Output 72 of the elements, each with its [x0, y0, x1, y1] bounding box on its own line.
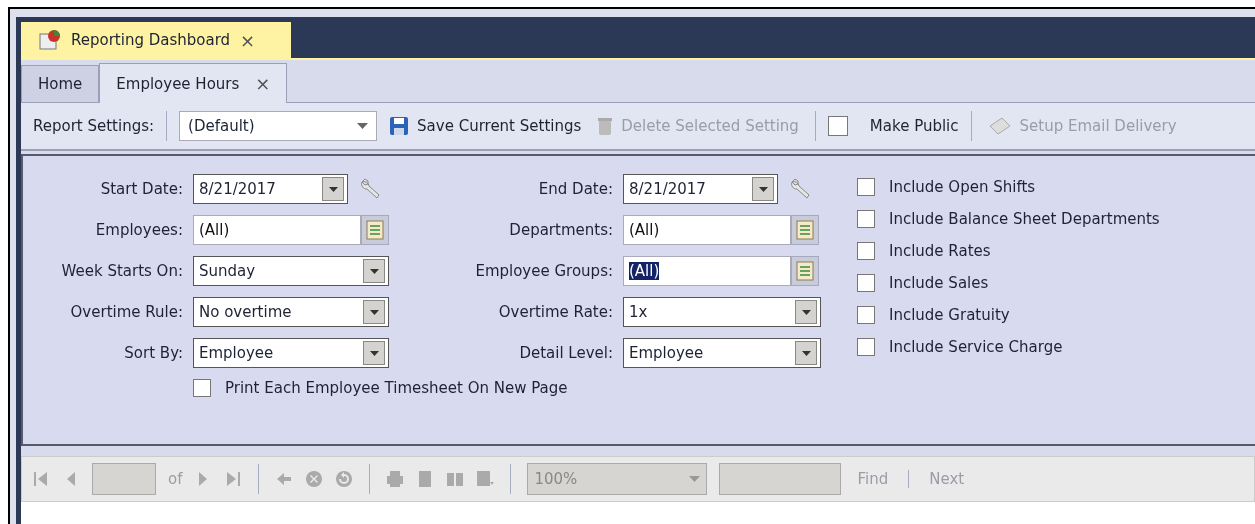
date-field[interactable]: 8/21/2017: [193, 174, 348, 204]
checkbox[interactable]: [857, 210, 875, 228]
checkbox-option[interactable]: Include Open Shifts: [857, 178, 1160, 196]
checkbox[interactable]: [193, 379, 211, 397]
text-field[interactable]: (All): [193, 215, 361, 245]
checkbox[interactable]: [827, 116, 848, 136]
close-icon[interactable]: ×: [255, 73, 271, 94]
refresh-icon[interactable]: [335, 470, 354, 488]
field-label: End Date:: [537, 180, 613, 198]
settings-label: Report Settings:: [33, 117, 155, 135]
tab[interactable]: Employee Hours ×: [99, 63, 288, 103]
dropdown-field[interactable]: Sunday: [193, 256, 389, 286]
wrench-icon[interactable]: [788, 177, 812, 201]
checkbox-option[interactable]: Include Gratuity: [857, 306, 1160, 324]
dropdown-field[interactable]: Employee: [623, 338, 821, 368]
checkbox[interactable]: [857, 338, 875, 356]
field-label: Detail Level:: [518, 344, 613, 362]
print-icon[interactable]: [386, 470, 405, 488]
dropdown-arrow-icon: [357, 123, 369, 129]
field-label: Week Starts On:: [60, 262, 183, 280]
list-picker-button[interactable]: [791, 256, 819, 286]
dropdown-arrow-icon: [689, 476, 701, 482]
checkbox[interactable]: [857, 306, 875, 324]
book-icon[interactable]: [446, 470, 465, 488]
field-label: Overtime Rule:: [69, 303, 183, 321]
text-field[interactable]: (All): [623, 256, 791, 286]
stop-icon[interactable]: [305, 470, 324, 488]
field-label: Employees:: [94, 221, 183, 239]
field-label: Start Date:: [99, 180, 183, 198]
dropdown-field[interactable]: No overtime: [193, 297, 389, 327]
page-number-field[interactable]: [92, 463, 156, 495]
dropdown-caret-icon: [801, 309, 811, 315]
wrench-icon[interactable]: [358, 177, 382, 201]
checkbox[interactable]: [857, 178, 875, 196]
checkbox-option[interactable]: Include Balance Sheet Departments: [857, 210, 1160, 228]
field-label: Overtime Rate:: [497, 303, 613, 321]
envelope-icon: [987, 116, 1012, 136]
checkbox-option[interactable]: Include Service Charge: [857, 338, 1160, 356]
close-icon[interactable]: ×: [240, 29, 256, 51]
checkbox-option[interactable]: Include Sales: [857, 274, 1160, 292]
page-of-label: of: [168, 470, 183, 488]
dropdown-caret-icon: [369, 309, 379, 315]
export-icon[interactable]: [476, 470, 495, 488]
list-picker-button[interactable]: [361, 215, 389, 245]
dropdown-field[interactable]: 1x: [623, 297, 821, 327]
dropdown-caret-icon: [369, 350, 379, 356]
checkbox-label: Make Public: [869, 117, 959, 135]
first-page-icon[interactable]: [32, 470, 50, 488]
document-tab[interactable]: Reporting Dashboard ×: [21, 22, 291, 58]
settings-dropdown[interactable]: (Default): [179, 111, 378, 141]
dropdown-caret-icon: [328, 186, 338, 192]
field-label: Employee Groups:: [474, 262, 613, 280]
checkbox[interactable]: [857, 274, 875, 292]
dropdown-caret-icon: [758, 186, 768, 192]
checkbox[interactable]: [857, 242, 875, 260]
date-field[interactable]: 8/21/2017: [623, 174, 778, 204]
dropdown-caret-icon: [369, 268, 379, 274]
field-label: Departments:: [508, 221, 613, 239]
last-page-icon[interactable]: [224, 470, 243, 488]
report-chart-icon: [39, 29, 61, 51]
field-label: Sort By:: [123, 344, 183, 362]
back-arrow-icon[interactable]: [275, 470, 294, 488]
toolbar-button[interactable]: Save Current Settings: [385, 116, 586, 136]
text-field[interactable]: (All): [623, 215, 791, 245]
list-picker-button[interactable]: [791, 215, 819, 245]
checkbox-option[interactable]: Print Each Employee Timesheet On New Page: [193, 379, 568, 397]
dropdown-field[interactable]: Employee: [193, 338, 389, 368]
dropdown-caret-icon: [801, 350, 811, 356]
tab[interactable]: Home: [21, 65, 100, 102]
find-field[interactable]: [719, 463, 842, 495]
checkbox-option[interactable]: Include Rates: [857, 242, 1160, 260]
trash-can-icon: [597, 116, 614, 136]
